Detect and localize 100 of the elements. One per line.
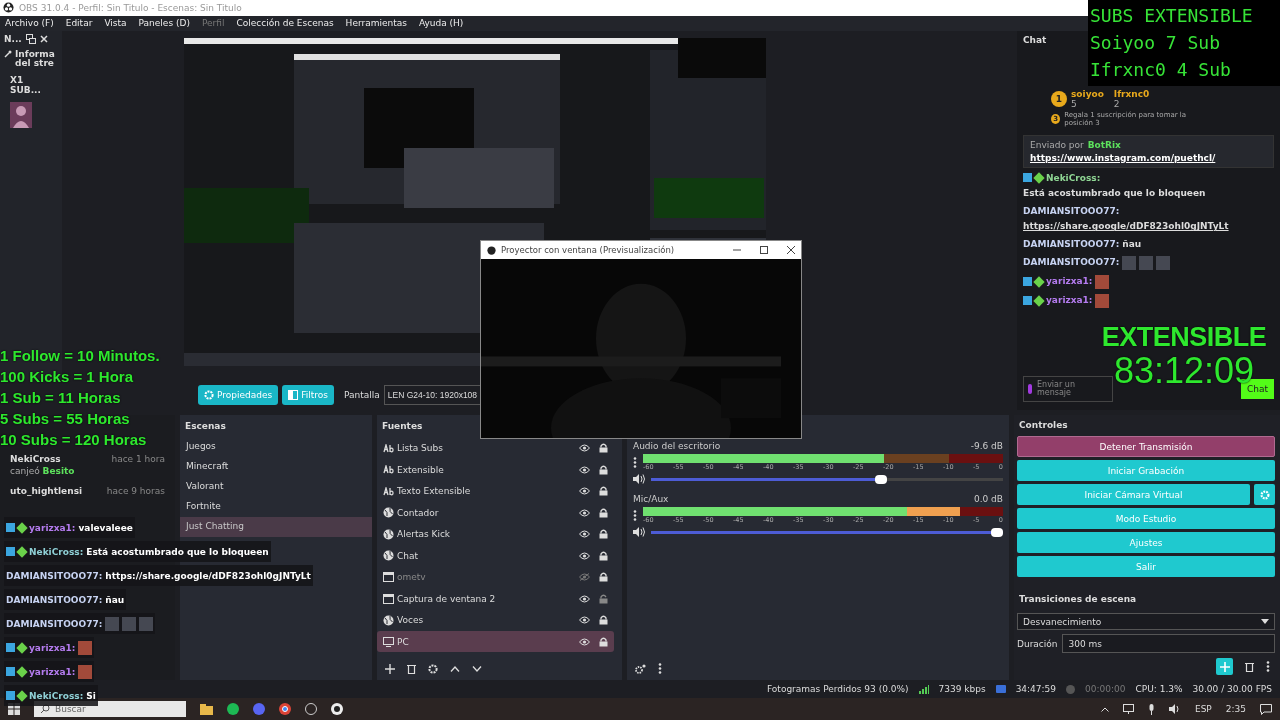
eye-icon[interactable] — [579, 530, 590, 539]
menu-item[interactable]: Vista — [104, 18, 127, 29]
lock-icon[interactable] — [599, 443, 608, 454]
lock-icon[interactable] — [599, 529, 608, 540]
menu-item[interactable]: Herramientas — [345, 18, 407, 29]
menu-item[interactable]: Colección de Escenas — [236, 18, 334, 29]
more-icon[interactable] — [633, 510, 637, 522]
pinned-link[interactable]: https://www.instagram.com/puethcl/ — [1030, 152, 1267, 163]
browser-icon[interactable] — [279, 703, 291, 716]
lock-icon[interactable] — [599, 464, 608, 475]
scene-item[interactable]: Just Chatting — [180, 517, 372, 538]
move-up-icon[interactable] — [450, 666, 460, 673]
emote-icon — [1122, 255, 1137, 270]
eye-icon[interactable] — [579, 487, 590, 496]
menu-item[interactable]: Ayuda (H) — [418, 18, 464, 29]
chat-username: NekiCross: — [29, 690, 84, 701]
unlock-icon[interactable] — [599, 593, 608, 604]
leader-name: soiyoo — [1071, 88, 1104, 99]
eye-icon[interactable] — [579, 551, 590, 560]
more-icon[interactable] — [633, 457, 637, 469]
app-icon[interactable] — [305, 703, 317, 716]
eye-icon[interactable] — [579, 594, 590, 603]
chat-username: DAMIANSITOOO77: — [6, 594, 103, 605]
eye-icon[interactable] — [579, 465, 590, 474]
emote-icon — [105, 616, 120, 631]
source-item[interactable]: ometv — [377, 566, 614, 588]
dock-title: Chat — [1023, 34, 1047, 45]
chat-username: yarizxa1: — [1046, 294, 1093, 307]
settings-button[interactable] — [1254, 484, 1275, 506]
add-icon[interactable] — [385, 664, 395, 675]
caret-icon[interactable] — [1100, 706, 1109, 712]
pinned-sender-label: Enviado por — [1030, 139, 1084, 150]
speaker-icon[interactable] — [633, 474, 645, 485]
speaker-icon[interactable] — [633, 527, 645, 538]
microphone-icon[interactable] — [1147, 703, 1155, 715]
eye-icon[interactable] — [579, 508, 590, 517]
app-icon[interactable] — [227, 703, 239, 716]
control-button[interactable]: Detener Transmisión — [1017, 436, 1275, 458]
more-icon[interactable] — [658, 663, 662, 675]
chat-text: Está acostumbrado que lo bloqueen — [1023, 187, 1206, 200]
chat-text: valevaleee — [78, 522, 133, 533]
source-item[interactable]: PC — [377, 630, 614, 653]
transition-dropdown[interactable]: Desvanecimiento — [1017, 613, 1275, 631]
eye-icon[interactable] — [579, 444, 590, 453]
source-item[interactable]: Texto Extensible — [377, 480, 614, 502]
overlay-text: Soiyoo 7 Sub — [1090, 31, 1222, 55]
chat-link[interactable]: https://share.google/dDF823ohl0gJNTyLt — [1023, 220, 1229, 234]
scene-item[interactable]: Valorant — [180, 477, 372, 498]
display-dropdown[interactable]: LEN G24-10: 1920x108 — [383, 385, 482, 406]
source-item[interactable]: Captura de ventana 2 — [377, 587, 614, 610]
scene-item[interactable]: Juegos — [180, 437, 372, 458]
settings-icon[interactable] — [635, 663, 646, 674]
eye-icon[interactable] — [579, 616, 590, 625]
chat-username: yarizxa1: — [29, 666, 76, 677]
channel-name: Mic/Aux — [633, 494, 669, 505]
section-title: Informa del stre — [15, 49, 56, 69]
fps: 30.00 / 30.00 FPS — [1192, 684, 1272, 695]
more-icon[interactable] — [1266, 661, 1270, 673]
source-item[interactable]: Alertas Kick — [377, 523, 614, 545]
add-icon — [1219, 661, 1230, 672]
settings-icon[interactable] — [428, 664, 438, 675]
lock-icon[interactable] — [599, 486, 608, 497]
folder-icon[interactable] — [200, 703, 213, 715]
menu-item[interactable]: Archivo (F) — [5, 18, 54, 29]
language-indicator[interactable]: ESP — [1194, 704, 1212, 715]
clock[interactable]: 2:35 — [1225, 704, 1246, 715]
lock-icon[interactable] — [599, 550, 608, 561]
add-button[interactable] — [1216, 658, 1233, 676]
notification-icon[interactable] — [1260, 703, 1272, 715]
leader-name: Ifrxnc0 — [1113, 88, 1150, 99]
source-item[interactable]: Voces — [377, 609, 614, 631]
source-item[interactable]: Chat — [377, 544, 614, 567]
message-field[interactable]: Enviar un mensaje — [1023, 376, 1113, 403]
activity-text: canjeó Besito — [10, 466, 76, 477]
app-icon[interactable] — [331, 703, 343, 716]
eye-icon[interactable] — [579, 637, 590, 646]
trash-icon[interactable] — [1245, 661, 1254, 672]
source-item[interactable]: Lista Subs — [377, 437, 614, 459]
speaker-icon[interactable] — [1168, 704, 1181, 715]
move-down-icon[interactable] — [472, 666, 482, 673]
close-icon[interactable] — [787, 246, 795, 254]
scene-item[interactable]: Minecraft — [180, 457, 372, 478]
source-item[interactable]: Extensible — [377, 458, 614, 481]
float-icon[interactable] — [25, 33, 36, 44]
menu-item[interactable]: Editar — [65, 18, 93, 29]
lock-icon[interactable] — [599, 572, 608, 583]
menu-item[interactable]: Paneles (D) — [138, 18, 190, 29]
network-icon[interactable] — [1122, 704, 1134, 715]
lock-icon[interactable] — [599, 507, 608, 518]
trash-icon[interactable] — [407, 664, 416, 675]
panel-title: Fuentes — [382, 421, 423, 432]
globe-icon — [383, 550, 394, 562]
duration-field[interactable]: 300 ms — [1061, 634, 1275, 654]
lock-icon[interactable] — [599, 636, 608, 647]
dock-title: N... — [4, 33, 22, 44]
eye-slash-icon[interactable] — [579, 573, 590, 582]
cpu-usage: CPU: 1.3% — [1135, 684, 1183, 695]
source-item[interactable]: Contador — [377, 501, 614, 524]
scene-item[interactable]: Fortnite — [180, 497, 372, 518]
lock-icon[interactable] — [599, 615, 608, 626]
